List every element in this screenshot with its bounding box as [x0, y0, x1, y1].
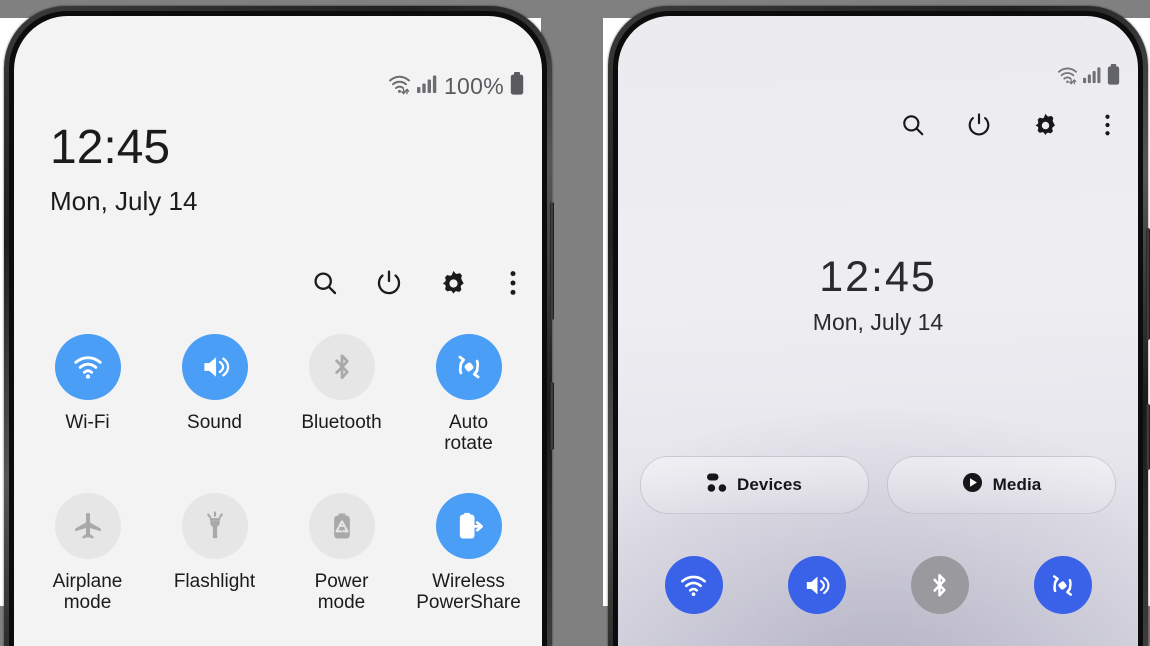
media-button[interactable]: Media — [887, 456, 1116, 514]
gear-icon[interactable] — [434, 264, 472, 302]
clock-date: Mon, July 14 — [812, 309, 944, 335]
status-bar: 100% — [387, 72, 524, 100]
bluetooth-icon — [308, 334, 375, 400]
signal-bars-icon — [416, 74, 438, 99]
wifi-icon — [1056, 65, 1078, 90]
clock-block: 12:45 Mon, July 14 — [618, 256, 1138, 334]
panel-action-row — [896, 108, 1120, 142]
devices-grid-icon — [707, 473, 727, 498]
wireless-powershare-icon — [435, 492, 502, 559]
quick-toggle-label: Airplane mode — [52, 570, 123, 613]
quick-toggle-auto-rotate[interactable] — [1033, 556, 1092, 614]
wifi-icon — [54, 334, 121, 400]
search-icon[interactable] — [306, 264, 344, 302]
more-vertical-icon[interactable] — [1094, 108, 1120, 142]
gear-icon[interactable] — [1028, 108, 1062, 142]
quick-toggle-flashlight[interactable]: Flashlight — [151, 492, 278, 614]
battery-full-icon — [1107, 64, 1120, 90]
devices-button[interactable]: Devices — [640, 456, 869, 514]
flashlight-icon — [181, 492, 248, 559]
quick-settings-grid: Wi-Fi Sound Bluetooth Auto rotate Airplane m… — [24, 334, 532, 613]
more-vertical-icon[interactable] — [498, 264, 528, 302]
clock-block: 12:45 Mon, July 14 — [50, 121, 198, 216]
power-mode-icon — [308, 492, 375, 559]
quick-toggle-wifi[interactable]: Wi-Fi — [24, 334, 151, 455]
power-side-button[interactable] — [1146, 404, 1150, 470]
quick-toggle-label: Wireless PowerShare — [416, 570, 521, 613]
quick-settings-toggle-row — [632, 556, 1124, 614]
clock-date: Mon, July 14 — [50, 186, 198, 216]
quick-toggle-wifi[interactable] — [664, 556, 723, 614]
quick-toggle-label: Sound — [187, 412, 242, 433]
volume-rocker-button[interactable] — [1146, 228, 1150, 340]
quick-toggle-bluetooth[interactable]: Bluetooth — [278, 334, 405, 455]
right-phone: 12:45 Mon, July 14 Devices Media — [608, 6, 1150, 646]
media-play-icon — [962, 472, 983, 498]
search-icon[interactable] — [896, 108, 930, 142]
quick-toggle-sound[interactable]: Sound — [151, 334, 278, 455]
media-label: Media — [992, 475, 1042, 494]
left-phone-screen: 100% 12:45 Mon, July 14 Wi-Fi Sound Blue… — [14, 16, 542, 646]
power-icon[interactable] — [962, 108, 996, 142]
quick-toggle-label: Bluetooth — [301, 412, 382, 433]
quick-toggle-auto-rotate[interactable]: Auto rotate — [405, 334, 532, 455]
status-bar — [1056, 64, 1120, 90]
devices-label: Devices — [737, 475, 802, 494]
battery-full-icon — [510, 72, 524, 100]
volume-rocker-button[interactable] — [550, 202, 554, 320]
power-side-button[interactable] — [550, 382, 554, 450]
quick-toggle-label: Wi-Fi — [65, 412, 110, 433]
panel-action-row — [306, 264, 528, 302]
quick-toggle-airplane[interactable]: Airplane mode — [24, 492, 151, 614]
quick-toggle-sound[interactable] — [787, 556, 846, 614]
signal-bars-icon — [1083, 66, 1102, 89]
right-phone-screen: 12:45 Mon, July 14 Devices Media — [618, 16, 1138, 646]
power-icon[interactable] — [370, 264, 408, 302]
quick-toggle-label: Auto rotate — [444, 412, 493, 455]
airplane-icon — [54, 492, 121, 559]
left-phone: 100% 12:45 Mon, July 14 Wi-Fi Sound Blue… — [4, 6, 554, 646]
quick-toggle-label: Flashlight — [173, 570, 256, 592]
quick-toggle-wireless-powershare[interactable]: Wireless PowerShare — [405, 492, 532, 614]
battery-percentage-label: 100% — [443, 72, 504, 99]
quick-toggle-bluetooth[interactable] — [910, 556, 969, 614]
clock-time: 12:45 — [819, 253, 937, 301]
quick-toggle-label: Power mode — [314, 570, 369, 613]
quick-toggle-power-mode[interactable]: Power mode — [278, 492, 405, 614]
sound-icon — [181, 334, 248, 400]
auto-rotate-icon — [435, 334, 502, 400]
clock-time: 12:45 — [50, 121, 171, 174]
wifi-icon — [387, 73, 411, 100]
devices-media-row: Devices Media — [640, 456, 1116, 514]
